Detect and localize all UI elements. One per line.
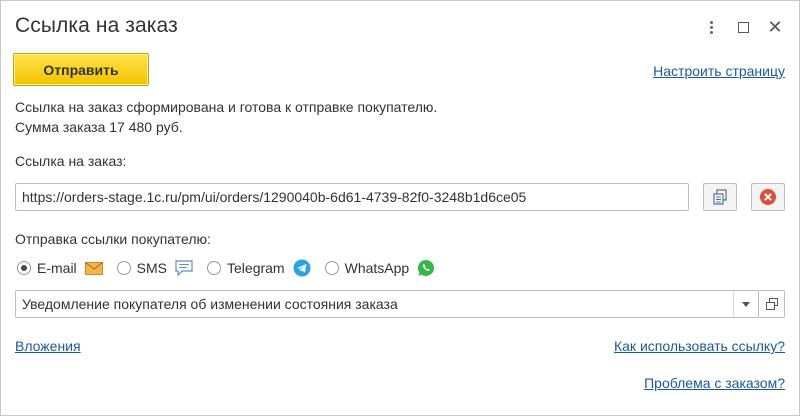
open-window-icon: [765, 298, 778, 310]
delete-link-button[interactable]: [751, 183, 785, 211]
radio-sms-label: SMS: [136, 260, 168, 276]
envelope-icon: [84, 261, 103, 275]
notification-template-select[interactable]: Уведомление покупателя об изменении сост…: [15, 290, 759, 318]
open-template-button[interactable]: [759, 290, 785, 318]
more-actions-button[interactable]: [695, 15, 727, 39]
more-vertical-icon: [709, 20, 713, 34]
select-dropdown-button[interactable]: [733, 291, 758, 317]
send-options-label: Отправка ссылки покупателю:: [15, 231, 211, 247]
customize-page-link[interactable]: Настроить страницу: [653, 63, 785, 79]
order-problem-link[interactable]: Проблема с заказом?: [644, 375, 785, 391]
how-to-use-link[interactable]: Как использовать ссылку?: [614, 338, 785, 354]
chat-bubble-icon: [175, 260, 193, 276]
send-button[interactable]: Отправить: [13, 53, 149, 86]
copy-link-button[interactable]: [703, 183, 737, 211]
info-line-amount: Сумма заказа 17 480 руб.: [15, 119, 183, 135]
radio-whatsapp[interactable]: [324, 261, 339, 275]
close-icon: ✕: [767, 17, 783, 37]
window-controls: ✕: [695, 15, 791, 39]
radio-email[interactable]: [17, 261, 31, 275]
radio-whatsapp-label: WhatsApp: [344, 260, 410, 276]
info-line-ready: Ссылка на заказ сформирована и готова к …: [15, 99, 438, 115]
telegram-icon: [293, 259, 311, 277]
maximize-icon: [737, 21, 749, 33]
radio-telegram-label: Telegram: [227, 260, 285, 276]
attachments-link[interactable]: Вложения: [15, 338, 81, 354]
dialog-title: Ссылка на заказ: [15, 14, 178, 37]
radio-email-label: E-mail: [37, 260, 77, 276]
order-link-dialog: Ссылка на заказ ✕ Отправить Настроить ст…: [0, 0, 800, 416]
copy-icon: [713, 189, 727, 205]
maximize-button[interactable]: [727, 15, 759, 39]
notification-template-value: Уведомление покупателя об изменении сост…: [22, 296, 398, 312]
delete-circle-icon: [760, 189, 776, 205]
radio-telegram[interactable]: [207, 261, 222, 275]
chevron-down-icon: [742, 301, 750, 307]
order-link-field[interactable]: https://orders-stage.1c.ru/pm/ui/orders/…: [15, 183, 689, 211]
close-button[interactable]: ✕: [759, 15, 791, 39]
order-link-label: Ссылка на заказ:: [15, 153, 127, 169]
order-link-value: https://orders-stage.1c.ru/pm/ui/orders/…: [22, 189, 527, 205]
whatsapp-icon: [417, 259, 435, 277]
radio-sms[interactable]: [116, 261, 131, 275]
channel-radio-group: E-mail SMS Telegram WhatsApp: [17, 258, 449, 278]
